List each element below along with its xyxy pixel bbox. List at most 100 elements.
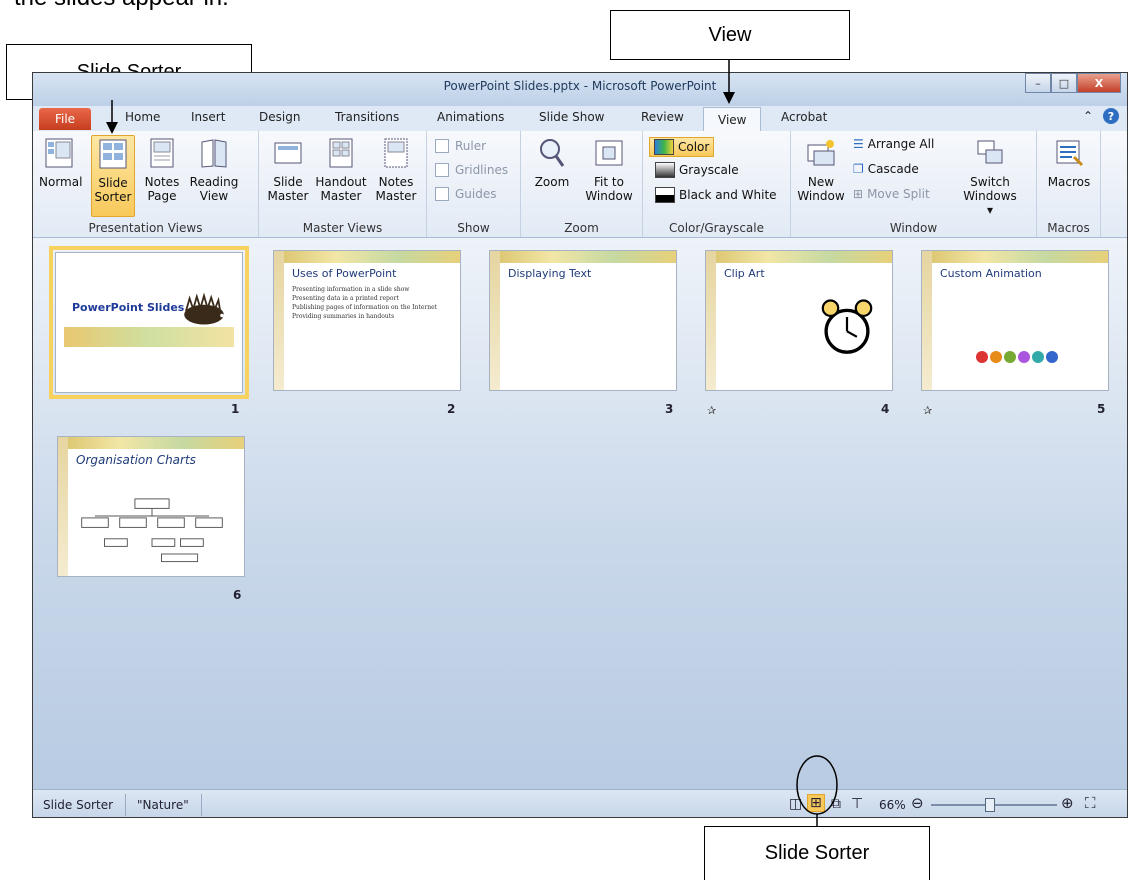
color-button[interactable]: Color: [649, 137, 715, 157]
status-theme-name: "Nature": [137, 798, 189, 812]
slide-sorter-button[interactable]: Slide Sorter: [91, 135, 135, 217]
zoom-group-label: Zoom: [564, 221, 599, 235]
ribbon-tabs: File Home Insert Design Transitions Anim…: [33, 106, 1127, 131]
tab-insert[interactable]: Insert: [191, 110, 225, 124]
window-controls: – □ X: [1025, 73, 1121, 93]
tab-home[interactable]: Home: [125, 110, 160, 124]
notes-master-label: Notes Master: [375, 175, 417, 203]
fit-to-window-icon: [595, 140, 623, 166]
tab-design[interactable]: Design: [259, 110, 300, 124]
title-bar: PowerPoint Slides.pptx - Microsoft Power…: [33, 73, 1127, 106]
slide-thumbnail[interactable]: Organisation Charts: [57, 436, 245, 577]
hedgehog-icon: [184, 293, 224, 325]
switch-windows-button[interactable]: Switch Windows ▾: [959, 135, 1021, 217]
bullet-text: Presenting information in a slide show: [292, 286, 410, 293]
normal-button[interactable]: Normal: [39, 135, 83, 189]
slide-sorter-status-icon[interactable]: ⊞: [807, 794, 825, 812]
ribbon: Normal Slide Sorter Notes Page Reading V…: [33, 131, 1127, 238]
color-grayscale-group-label: Color/Grayscale: [669, 221, 764, 235]
tab-acrobat[interactable]: Acrobat: [781, 110, 827, 124]
gridlines-checkbox[interactable]: Gridlines: [435, 163, 508, 177]
fit-slide-icon[interactable]: ⛶: [1085, 794, 1096, 812]
animated-figures-icon: [976, 351, 1058, 363]
alarm-clock-icon: [821, 299, 873, 354]
slide-band: [274, 251, 460, 263]
grayscale-button[interactable]: Grayscale: [655, 162, 739, 178]
cascade-button[interactable]: ❐ Cascade: [853, 162, 919, 176]
slide-thumbnail[interactable]: PowerPoint Slides: [49, 246, 249, 399]
notes-page-label: Notes Page: [144, 175, 180, 203]
status-view-name: Slide Sorter: [43, 798, 114, 812]
black-white-button[interactable]: Black and White: [655, 187, 777, 203]
handout-master-button[interactable]: Handout Master: [313, 135, 369, 203]
normal-view-status-icon[interactable]: ◫: [789, 796, 802, 812]
slide-sorter-label: Slide Sorter: [94, 176, 132, 204]
transition-star-icon: ✰: [923, 404, 933, 417]
ruler-checkbox[interactable]: Ruler: [435, 139, 486, 153]
move-split-label: Move Split: [867, 187, 930, 201]
bullet-text: Publishing pages of information on the I…: [292, 304, 438, 311]
normal-label: Normal: [39, 175, 83, 189]
slide-number: 2: [447, 402, 456, 416]
zoom-out-icon[interactable]: ⊖: [911, 794, 924, 812]
group-presentation-views: Normal Slide Sorter Notes Page Reading V…: [33, 131, 259, 237]
group-color-grayscale: Color Grayscale Black and White Color/Gr…: [643, 131, 791, 237]
slide-1-banner: [64, 327, 234, 347]
cascade-icon: ❐: [853, 162, 864, 176]
slide-thumbnail[interactable]: Displaying Text: [489, 250, 677, 391]
handout-master-icon: [329, 138, 353, 168]
arrange-all-button[interactable]: ☰ Arrange All: [853, 137, 934, 151]
callout-slide-sorter-bottom: Slide Sorter: [704, 826, 930, 880]
slide-master-label: Slide Master: [267, 175, 309, 203]
reading-view-button[interactable]: Reading View: [187, 135, 241, 203]
minimize-button[interactable]: –: [1025, 73, 1051, 93]
switch-windows-label: Switch Windows ▾: [963, 175, 1017, 217]
macros-group-label: Macros: [1047, 221, 1090, 235]
guides-checkbox[interactable]: Guides: [435, 187, 497, 201]
slide-thumbnail[interactable]: Custom Animation: [921, 250, 1109, 391]
zoom-button[interactable]: Zoom: [529, 135, 575, 189]
maximize-button[interactable]: □: [1051, 73, 1077, 93]
slide-thumbnail[interactable]: Uses of PowerPoint Presenting informatio…: [273, 250, 461, 391]
gridlines-check-icon: [435, 163, 449, 177]
ribbon-collapse-icon[interactable]: ⌃: [1083, 109, 1093, 123]
slide-number: 5: [1097, 402, 1106, 416]
slide-band: [922, 251, 1108, 263]
slide-sorter-area: PowerPoint Slides 1 Uses of PowerPoint P…: [33, 238, 1127, 789]
help-icon[interactable]: ?: [1103, 108, 1119, 124]
slide-side: [706, 251, 716, 390]
slide-thumbnail[interactable]: Clip Art: [705, 250, 893, 391]
bullet-text: Providing summaries in handouts: [292, 313, 395, 320]
zoom-level[interactable]: 66%: [879, 798, 906, 812]
slide-band: [706, 251, 892, 263]
status-separator: [201, 794, 202, 816]
tab-review[interactable]: Review: [641, 110, 684, 124]
new-window-button[interactable]: New Window: [795, 135, 847, 203]
slide-band: [490, 251, 676, 263]
tab-transitions[interactable]: Transitions: [335, 110, 399, 124]
tab-animations[interactable]: Animations: [437, 110, 504, 124]
handout-master-label: Handout Master: [315, 175, 367, 203]
slide-number: 6: [233, 588, 242, 602]
slide-show-status-icon[interactable]: ⊤: [851, 796, 863, 812]
fit-to-window-button[interactable]: Fit to Window: [581, 135, 637, 203]
presentation-views-group-label: Presentation Views: [88, 221, 203, 235]
reading-view-status-icon[interactable]: ⧉: [831, 796, 841, 812]
slide-master-button[interactable]: Slide Master: [265, 135, 311, 203]
tab-slide-show[interactable]: Slide Show: [539, 110, 604, 124]
status-bar: Slide Sorter "Nature" ◫ ⊞ ⧉ ⊤ 66% ⊖ ⊕ ⛶: [33, 789, 1127, 817]
group-zoom: Zoom Fit to Window Zoom: [521, 131, 643, 237]
macros-button[interactable]: Macros: [1045, 135, 1093, 189]
bullet-text: Presenting data in a printed report: [292, 295, 399, 302]
switch-windows-icon: [977, 140, 1003, 164]
close-button[interactable]: X: [1077, 73, 1121, 93]
tab-view[interactable]: View: [703, 107, 762, 131]
notes-master-button[interactable]: Notes Master: [371, 135, 421, 203]
group-master-views: Slide Master Handout Master Notes Master…: [259, 131, 427, 237]
move-split-button[interactable]: ⊞ Move Split: [853, 187, 930, 201]
zoom-in-icon[interactable]: ⊕: [1061, 794, 1074, 812]
notes-page-button[interactable]: Notes Page: [141, 135, 183, 203]
magnifier-icon: [540, 139, 565, 167]
zoom-slider-thumb[interactable]: [985, 798, 995, 812]
tab-file[interactable]: File: [39, 108, 91, 130]
